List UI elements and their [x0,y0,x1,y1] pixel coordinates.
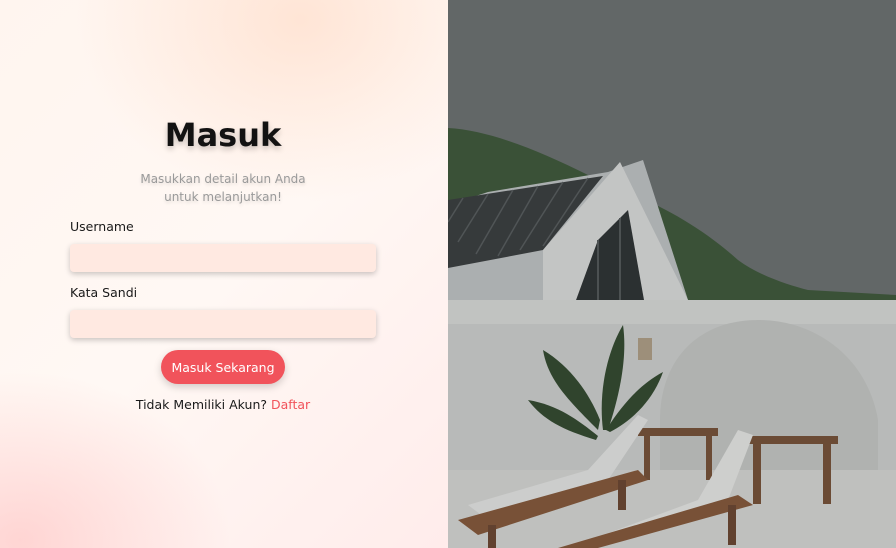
image-overlay [448,0,896,548]
signup-prompt-text: Tidak Memiliki Akun? [135,397,267,412]
signup-prompt: Tidak Memiliki Akun? Daftar [0,397,446,412]
password-field[interactable] [70,310,376,338]
password-label: Kata Sandi [70,285,138,300]
username-label: Username [70,219,134,234]
login-panel: Masuk Masukkan detail akun Anda untuk me… [0,0,448,548]
username-field[interactable] [70,244,376,272]
page-title: Masuk [164,116,282,154]
page-subtitle: Masukkan detail akun Anda untuk melanjut… [140,172,306,204]
hero-image [448,0,896,548]
signup-link[interactable]: Daftar [271,397,310,412]
login-button[interactable]: Masuk Sekarang [161,350,285,384]
login-page: Masuk Masukkan detail akun Anda untuk me… [0,0,896,548]
